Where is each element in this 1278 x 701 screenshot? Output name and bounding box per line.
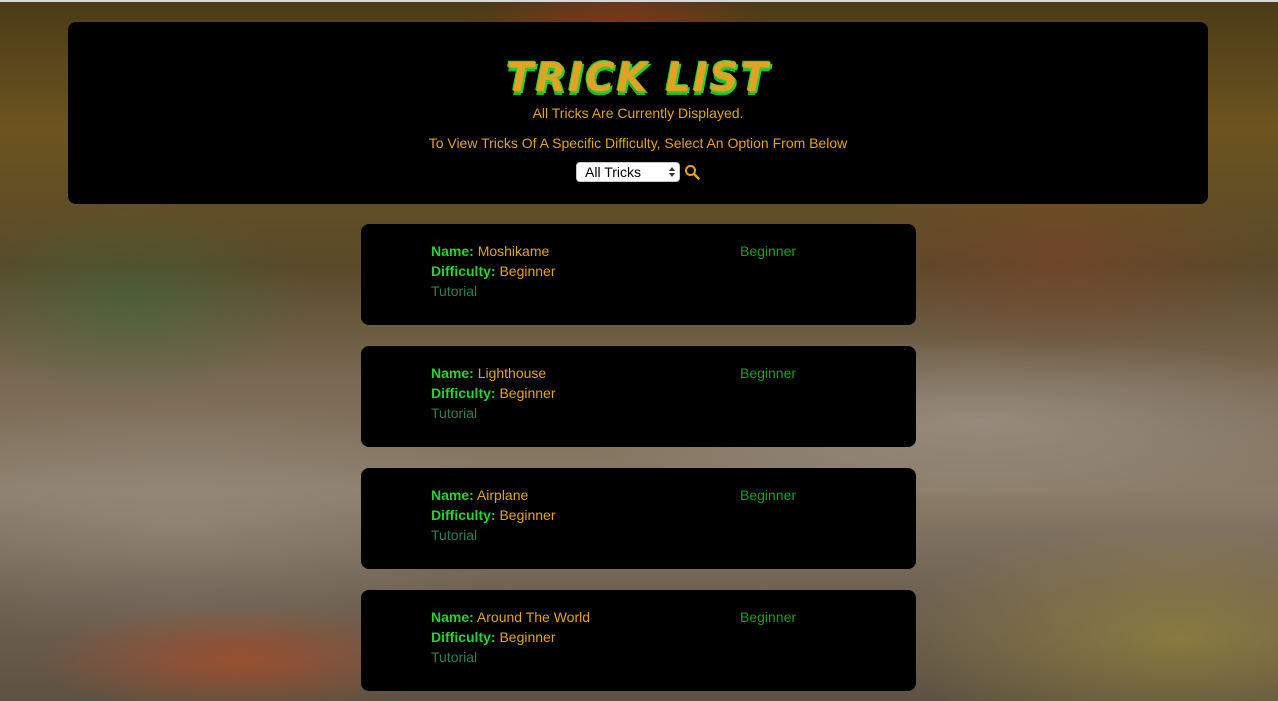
select-arrows-icon: [669, 167, 675, 177]
difficulty-label: Difficulty:: [431, 263, 496, 279]
trick-card: Name: Lighthouse Difficulty: Beginner Tu…: [361, 346, 916, 447]
trick-difficulty: Beginner: [499, 263, 556, 279]
trick-name: Around The World: [476, 609, 591, 625]
tutorial-link[interactable]: Tutorial: [431, 403, 556, 423]
tutorial-link[interactable]: Tutorial: [431, 647, 590, 667]
difficulty-select-value: All Tricks: [585, 164, 641, 180]
difficulty-select[interactable]: All Tricks: [576, 162, 680, 182]
trick-level: Beginner: [740, 365, 797, 381]
header-panel: TRICK LIST All Tricks Are Currently Disp…: [68, 22, 1208, 204]
search-icon[interactable]: [684, 164, 700, 180]
difficulty-label: Difficulty:: [431, 385, 496, 401]
trick-difficulty-row: Difficulty: Beginner: [431, 383, 556, 403]
filter-row: All Tricks: [68, 162, 1208, 182]
trick-info: Name: Around The World Difficulty: Begin…: [431, 607, 590, 667]
trick-level: Beginner: [740, 243, 797, 259]
difficulty-label: Difficulty:: [431, 507, 496, 523]
filter-instruction: To View Tricks Of A Specific Difficulty,…: [428, 135, 848, 151]
trick-difficulty: Beginner: [499, 385, 556, 401]
trick-name-row: Name: Airplane: [431, 485, 556, 505]
tutorial-link[interactable]: Tutorial: [431, 525, 556, 545]
trick-info: Name: Moshikame Difficulty: Beginner Tut…: [431, 241, 556, 301]
trick-card: Name: Moshikame Difficulty: Beginner Tut…: [361, 224, 916, 325]
trick-name-row: Name: Around The World: [431, 607, 590, 627]
trick-difficulty: Beginner: [499, 507, 556, 523]
trick-info: Name: Lighthouse Difficulty: Beginner Tu…: [431, 363, 556, 423]
trick-name: Moshikame: [477, 243, 550, 259]
trick-name-row: Name: Lighthouse: [431, 363, 556, 383]
trick-level: Beginner: [740, 609, 797, 625]
status-text: All Tricks Are Currently Displayed.: [532, 105, 744, 121]
name-label: Name:: [431, 365, 474, 381]
name-label: Name:: [431, 243, 474, 259]
trick-difficulty-row: Difficulty: Beginner: [431, 627, 590, 647]
tutorial-link[interactable]: Tutorial: [431, 281, 556, 301]
name-label: Name:: [431, 487, 474, 503]
trick-name: Airplane: [476, 487, 529, 503]
trick-card: Name: Airplane Difficulty: Beginner Tuto…: [361, 468, 916, 569]
trick-level: Beginner: [740, 487, 797, 503]
trick-difficulty-row: Difficulty: Beginner: [431, 261, 556, 281]
top-border: [0, 0, 1278, 2]
name-label: Name:: [431, 609, 474, 625]
page-title: TRICK LIST: [506, 55, 770, 101]
trick-info: Name: Airplane Difficulty: Beginner Tuto…: [431, 485, 556, 545]
trick-difficulty-row: Difficulty: Beginner: [431, 505, 556, 525]
trick-difficulty: Beginner: [499, 629, 556, 645]
trick-card: Name: Around The World Difficulty: Begin…: [361, 590, 916, 691]
trick-name: Lighthouse: [477, 365, 547, 381]
difficulty-label: Difficulty:: [431, 629, 496, 645]
trick-name-row: Name: Moshikame: [431, 241, 556, 261]
